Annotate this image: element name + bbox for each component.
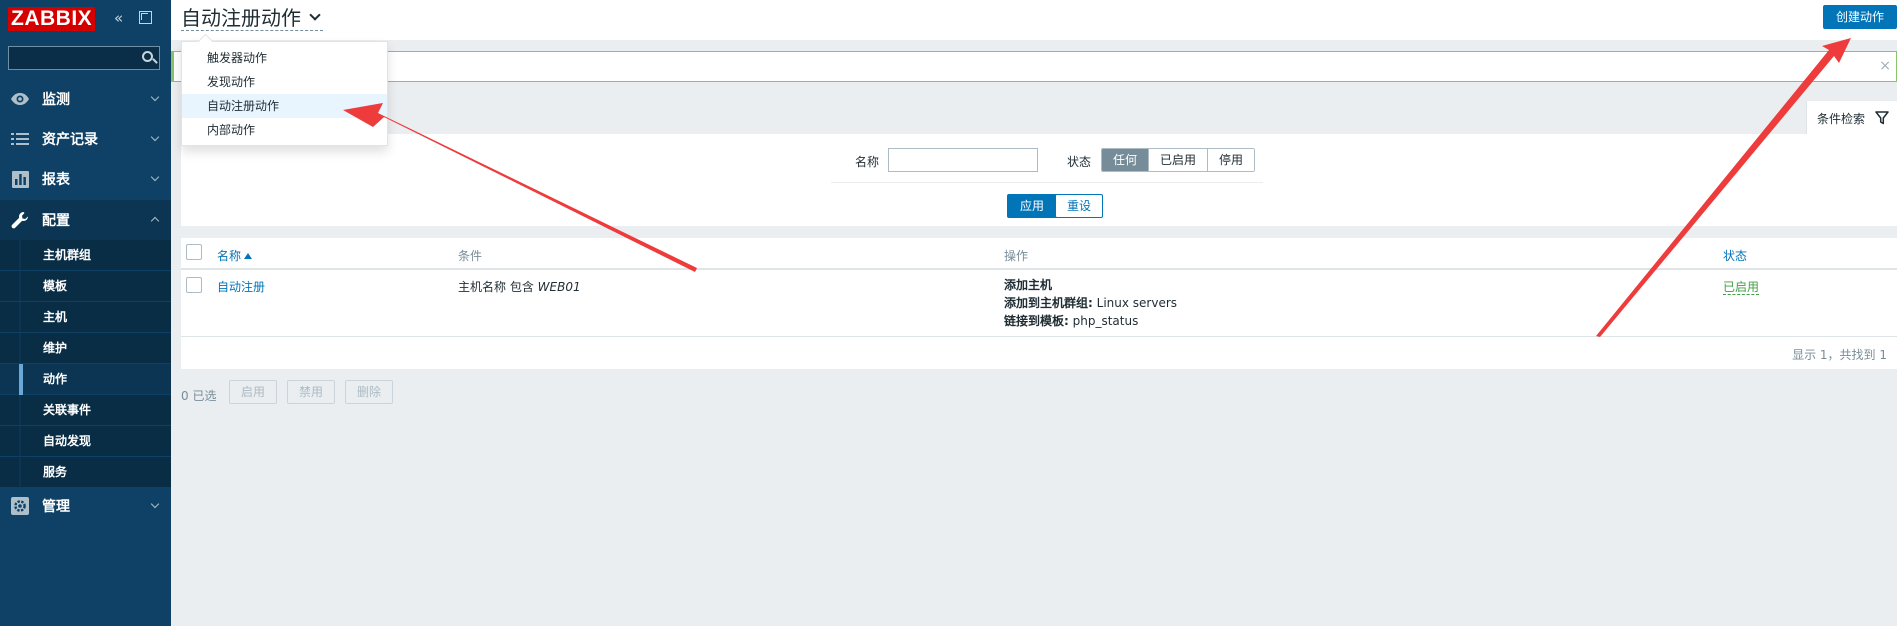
chevron-down-icon <box>150 92 160 102</box>
action-condition: 主机名称 包含 WEB01 <box>458 278 581 295</box>
dropdown-item-autoregistration-actions[interactable]: 自动注册动作 <box>182 94 387 118</box>
filter-icon <box>1875 111 1889 125</box>
column-header-status[interactable]: 状态 <box>1723 247 1747 264</box>
menu-label: 配置 <box>42 213 70 229</box>
column-name-label: 名称 <box>217 249 242 263</box>
page-title-dropdown[interactable]: 自动注册动作 <box>181 5 323 31</box>
actions-table: 名称 条件 操作 状态 自动注册 主机名称 包含 WEB01 添加主机 添加到主… <box>181 238 1897 369</box>
operation-label: 添加到主机群组: <box>1004 296 1093 310</box>
dropdown-item-discovery-actions[interactable]: 发现动作 <box>182 70 387 94</box>
action-name-link[interactable]: 自动注册 <box>217 278 265 295</box>
submenu-item-maintenance[interactable]: 维护 <box>0 333 171 364</box>
submenu-item-hosts[interactable]: 主机 <box>0 302 171 333</box>
create-action-button[interactable]: 创建动作 <box>1822 5 1897 29</box>
menu-item-reports[interactable]: 报表 <box>0 159 171 199</box>
sidebar-search <box>8 46 160 70</box>
menu-label: 报表 <box>42 172 70 188</box>
submenu-item-actions[interactable]: 动作 <box>0 364 171 395</box>
page-title: 自动注册动作 <box>181 6 301 30</box>
menu-item-monitoring[interactable]: 监测 <box>0 79 171 119</box>
operation-value: Linux servers <box>1092 296 1178 310</box>
submenu-item-services[interactable]: 服务 <box>0 457 171 488</box>
gear-icon <box>10 496 30 516</box>
chevron-down-icon <box>150 132 160 142</box>
eye-icon <box>10 89 30 109</box>
menu-item-configuration[interactable]: 配置 <box>0 200 171 240</box>
configuration-submenu: 主机群组 模板 主机 维护 动作 关联事件 自动发现 服务 <box>0 240 171 488</box>
column-header-name[interactable]: 名称 <box>217 247 253 264</box>
bar-chart-icon <box>10 169 30 189</box>
list-icon <box>10 129 30 149</box>
dropdown-item-trigger-actions[interactable]: 触发器动作 <box>182 46 387 70</box>
status-option-any[interactable]: 任何 <box>1102 149 1150 171</box>
menu-label: 监测 <box>42 92 70 108</box>
sidebar: ZABBIX « 监测 资产记录 报表 配置 主机群组 模板 主机 维护 动作 … <box>0 0 171 626</box>
search-input[interactable] <box>9 47 133 69</box>
enable-button[interactable]: 启用 <box>229 380 278 404</box>
filter-status-label: 状态 <box>1067 155 1092 169</box>
condition-text: 主机名称 包含 <box>458 280 538 294</box>
menu-label: 资产记录 <box>42 132 98 148</box>
kiosk-mode-icon[interactable] <box>139 11 152 24</box>
menu-item-administration[interactable]: 管理 <box>0 486 171 526</box>
column-header-conditions: 条件 <box>458 249 483 263</box>
submenu-item-discovery[interactable]: 自动发现 <box>0 426 171 457</box>
chevron-down-icon <box>150 499 160 509</box>
operation-label: 链接到模板: <box>1004 314 1069 328</box>
divider <box>181 336 1897 337</box>
action-type-dropdown: 触发器动作 发现动作 自动注册动作 内部动作 <box>181 41 388 146</box>
operation-label: 添加主机 <box>1004 278 1053 292</box>
menu-item-inventory[interactable]: 资产记录 <box>0 119 171 159</box>
search-icon[interactable] <box>142 51 153 62</box>
submenu-item-host-groups[interactable]: 主机群组 <box>0 240 171 271</box>
status-option-enabled[interactable]: 已启用 <box>1149 149 1209 171</box>
divider <box>831 182 1263 183</box>
filter-tab-label: 条件检索 <box>1817 112 1866 126</box>
chevron-down-icon <box>309 9 321 21</box>
dropdown-item-internal-actions[interactable]: 内部动作 <box>182 118 387 142</box>
collapse-icon[interactable]: « <box>114 10 123 26</box>
table-header: 名称 条件 操作 状态 <box>181 238 1897 270</box>
operation-line: 添加到主机群组: Linux servers <box>1004 294 1177 312</box>
row-checkbox[interactable] <box>186 277 202 293</box>
sort-ascending-icon <box>244 253 253 259</box>
page-header: 自动注册动作 创建动作 <box>171 0 1897 40</box>
select-all-checkbox[interactable] <box>186 244 202 260</box>
status-toggle-link[interactable]: 已启用 <box>1723 280 1760 295</box>
filter-panel: 名称 状态 任何 已启用 停用 应用 重设 <box>181 134 1897 226</box>
close-icon[interactable]: × <box>1879 58 1891 74</box>
disable-button[interactable]: 禁用 <box>287 380 336 404</box>
message-bar: × <box>171 51 1897 82</box>
selected-count: 0 已选 <box>181 389 217 403</box>
condition-value: WEB01 <box>537 280 581 294</box>
filter-name-label: 名称 <box>855 155 880 169</box>
status-badge: 已启用 <box>1723 278 1760 295</box>
filter-name-input[interactable] <box>888 148 1038 172</box>
reset-button[interactable]: 重设 <box>1055 194 1104 218</box>
filter-status-segmented: 任何 已启用 停用 <box>1101 148 1256 172</box>
operation-line: 链接到模板: php_status <box>1004 312 1177 330</box>
column-header-operations: 操作 <box>1004 249 1029 263</box>
status-option-disabled[interactable]: 停用 <box>1208 149 1255 171</box>
operation-line: 添加主机 <box>1004 276 1177 294</box>
action-operations: 添加主机 添加到主机群组: Linux servers 链接到模板: php_s… <box>1004 276 1177 330</box>
filter-tab[interactable]: 条件检索 <box>1806 101 1897 134</box>
wrench-icon <box>10 210 30 230</box>
submenu-item-event-correlation[interactable]: 关联事件 <box>0 395 171 426</box>
submenu-item-templates[interactable]: 模板 <box>0 271 171 302</box>
chevron-down-icon <box>150 172 160 182</box>
operation-value: php_status <box>1068 314 1139 328</box>
apply-button[interactable]: 应用 <box>1007 194 1058 218</box>
main-content: 自动注册动作 创建动作 × 条件检索 名称 状态 任何 已启用 停用 应用 重设… <box>171 0 1897 626</box>
menu-label: 管理 <box>42 499 70 515</box>
chevron-up-icon <box>150 216 160 226</box>
delete-button[interactable]: 删除 <box>345 380 394 404</box>
zabbix-logo[interactable]: ZABBIX <box>8 7 96 31</box>
paging-summary: 显示 1，共找到 1 <box>1792 348 1887 362</box>
